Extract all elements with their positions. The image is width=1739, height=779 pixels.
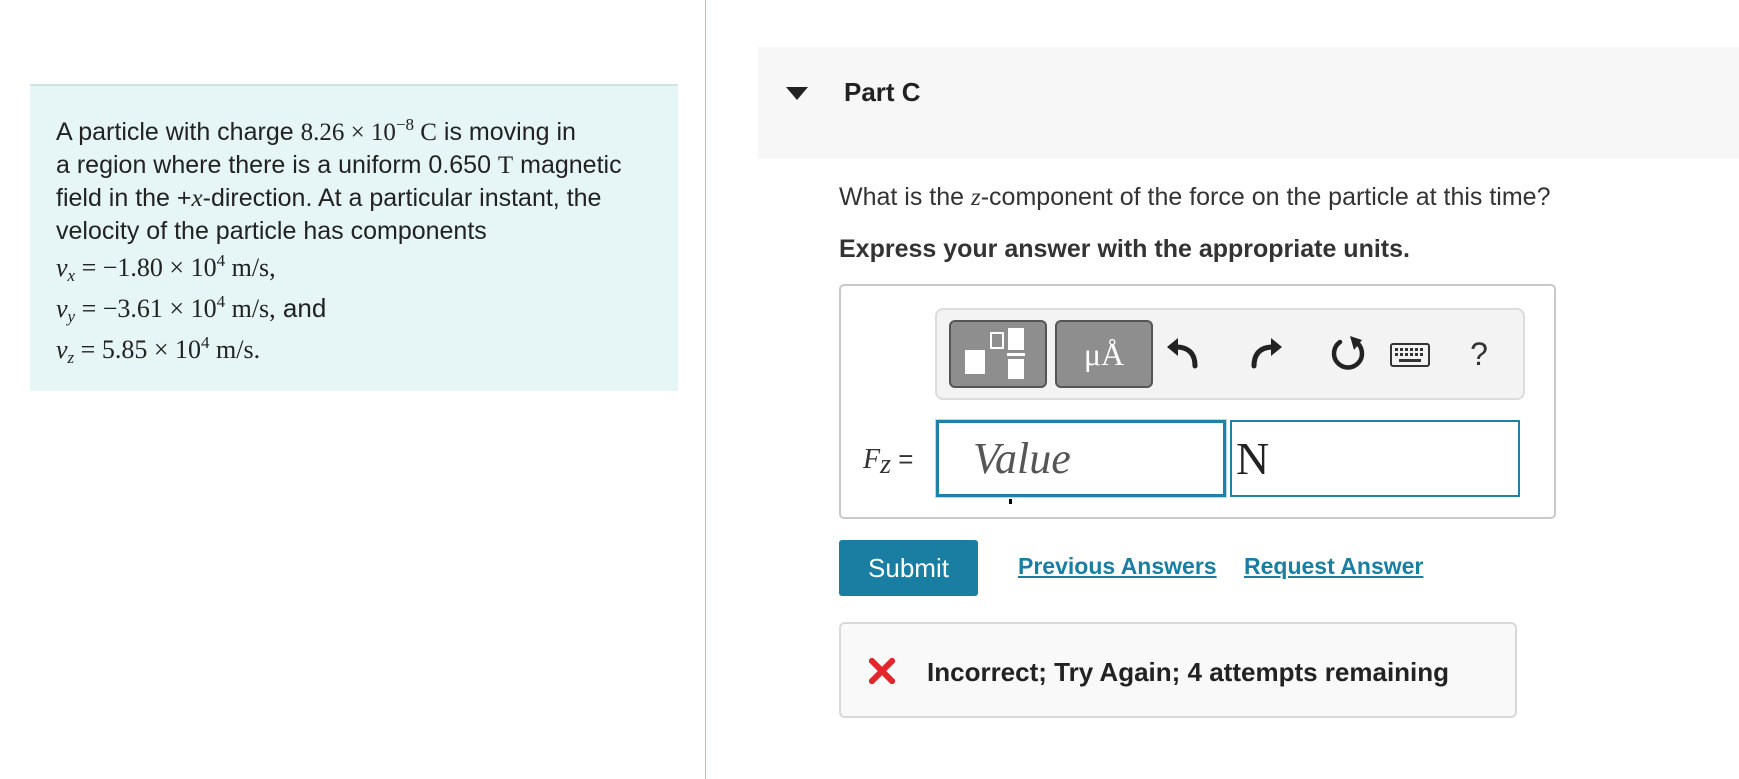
templates-button[interactable] bbox=[949, 320, 1047, 388]
reset-icon[interactable] bbox=[1326, 332, 1370, 376]
units-input[interactable] bbox=[1230, 420, 1520, 497]
field-unit: T bbox=[497, 152, 514, 179]
submit-button[interactable]: Submit bbox=[839, 540, 978, 596]
template-square-icon bbox=[965, 350, 985, 374]
math-toolbar: μÅ ? bbox=[935, 308, 1525, 400]
template-superscript-icon bbox=[990, 332, 1004, 349]
charge-value: 8.26 × 10−8 C bbox=[300, 115, 437, 146]
value-input[interactable] bbox=[936, 420, 1226, 497]
units-label: μÅ bbox=[1083, 336, 1125, 372]
feedback-message: Incorrect; Try Again; 4 attempts remaini… bbox=[927, 657, 1450, 687]
template-fraction-icon bbox=[1008, 328, 1024, 350]
problem-text-line: field in the +x-direction. At a particul… bbox=[56, 184, 602, 212]
incorrect-x-icon bbox=[869, 658, 895, 684]
feedback-box: Incorrect; Try Again; 4 attempts remaini… bbox=[839, 622, 1517, 718]
velocity-z-equation: vz = 5.85 × 104 m/s. bbox=[56, 333, 261, 367]
answer-instruction: Express your answer with the appropriate… bbox=[839, 235, 1410, 263]
axis-symbol: z bbox=[971, 184, 981, 211]
problem-text-line: velocity of the particle has components bbox=[56, 217, 487, 245]
request-answer-link[interactable]: Request Answer bbox=[1244, 553, 1423, 580]
axis-symbol: x bbox=[191, 185, 203, 212]
previous-answers-link[interactable]: Previous Answers bbox=[1018, 553, 1217, 580]
answer-box: μÅ ? Fz = bbox=[839, 284, 1556, 519]
problem-text-line: A particle with charge 8.26 × 10−8 C is … bbox=[56, 115, 576, 146]
undo-icon[interactable] bbox=[1161, 332, 1205, 376]
redo-icon[interactable] bbox=[1244, 332, 1288, 376]
velocity-x-equation: vx = −1.80 × 104 m/s, bbox=[56, 251, 276, 285]
collapse-triangle-icon[interactable] bbox=[786, 87, 808, 100]
question-text: What is the z-component of the force on … bbox=[839, 183, 1551, 211]
velocity-y-equation: vy = −3.61 × 104 m/s, and bbox=[56, 292, 327, 326]
force-z-label: Fz = bbox=[863, 444, 914, 480]
part-header[interactable]: Part C bbox=[758, 47, 1739, 159]
column-divider bbox=[705, 0, 706, 779]
keyboard-icon[interactable] bbox=[1389, 338, 1431, 372]
units-button[interactable]: μÅ bbox=[1055, 320, 1153, 388]
help-icon[interactable]: ? bbox=[1457, 332, 1501, 376]
problem-text-line: a region where there is a uniform 0.650 … bbox=[56, 151, 622, 179]
problem-statement-panel: A particle with charge 8.26 × 10−8 C is … bbox=[30, 84, 678, 391]
part-title: Part C bbox=[844, 77, 921, 107]
text-cursor-mark bbox=[1009, 499, 1012, 504]
